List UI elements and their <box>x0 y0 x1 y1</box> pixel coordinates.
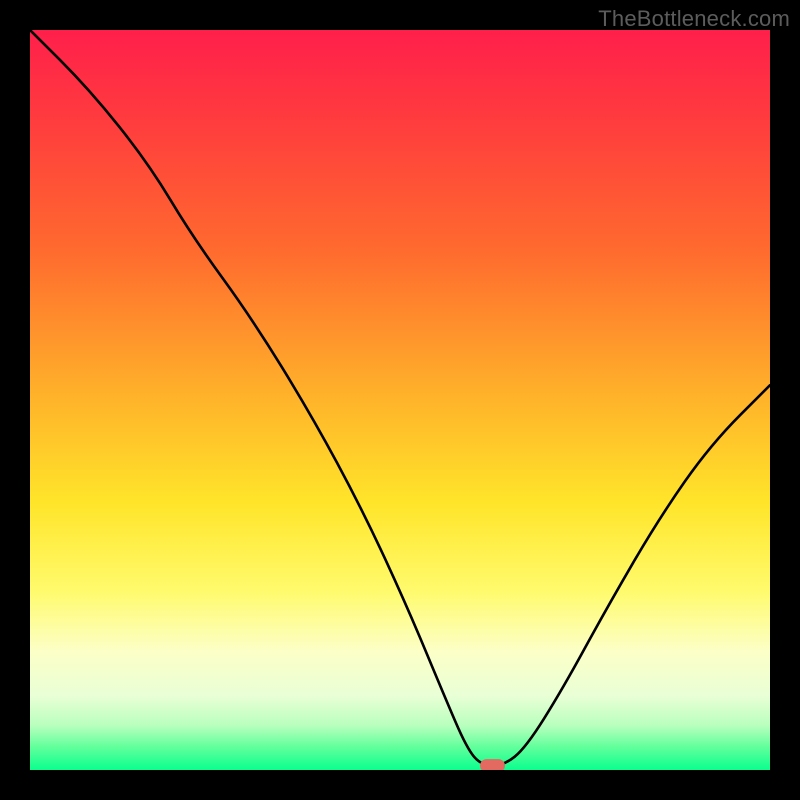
curve-layer <box>30 30 770 770</box>
bottleneck-curve <box>30 30 770 766</box>
optimal-marker <box>481 760 505 770</box>
attribution-text: TheBottleneck.com <box>598 6 790 32</box>
plot-area <box>30 30 770 770</box>
chart-stage: TheBottleneck.com <box>0 0 800 800</box>
